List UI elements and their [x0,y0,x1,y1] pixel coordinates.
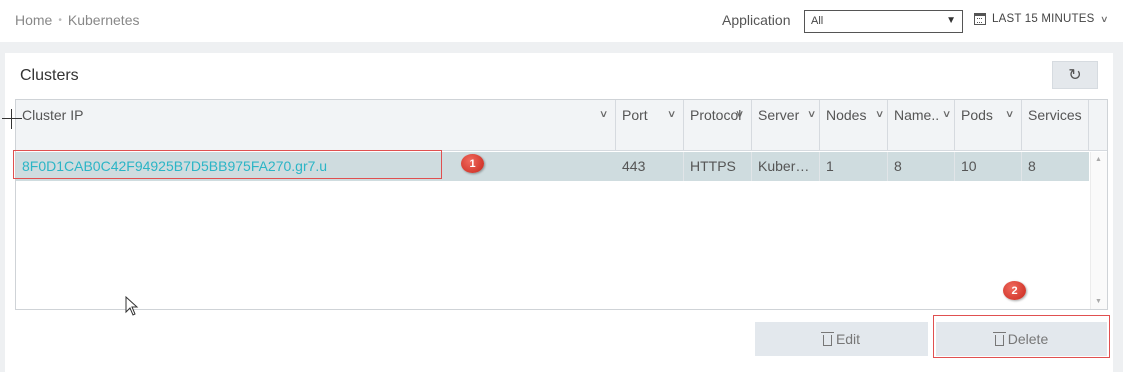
column-header-pods[interactable]: Pods ∨ [955,100,1022,151]
table-row[interactable]: 8F0D1CAB0C42F94925B7D5BB975FA270.gr7.u 4… [16,152,1089,181]
column-header-port[interactable]: Port ∨ [616,100,684,151]
top-bar: Home • Kubernetes Application All ▼ LAST… [0,0,1123,42]
port-cell: 443 [616,152,684,181]
sort-chevron-icon: ∨ [941,109,952,120]
application-label: Application [722,12,791,28]
scroll-down-icon[interactable]: ▼ [1095,298,1102,305]
services-cell: 8 [1028,158,1036,174]
refresh-icon: ↻ [1068,67,1082,84]
vertical-scrollbar[interactable]: ▲ ▼ [1090,152,1107,309]
crosshair-cursor-icon [2,109,22,129]
breadcrumb-current: Kubernetes [67,12,140,28]
sort-chevron-icon: ∨ [598,109,609,120]
annotation-badge-2: 2 [1003,281,1026,300]
sort-chevron-icon: ∨ [874,109,885,120]
protocol-cell: HTTPS [684,152,752,181]
nodes-cell: 1 [820,152,888,181]
delete-button[interactable]: Delete [936,322,1107,356]
edit-button[interactable]: Edit [755,322,928,356]
trash-icon [820,331,834,346]
column-header-services[interactable]: Services [1022,100,1089,151]
pods-cell: 10 [955,152,1022,181]
clusters-panel: Clusters ↻ Cluster IP ∨ Port ∨ Protocol ∨ S… [5,53,1113,372]
breadcrumb-home[interactable]: Home [15,12,52,28]
sort-chevron-icon: ∨ [1004,109,1015,120]
column-header-server[interactable]: Server ∨ [752,100,820,151]
time-range-label: LAST 15 MINUTES [992,13,1095,25]
trash-icon [992,331,1006,346]
scroll-up-icon[interactable]: ▲ [1095,156,1102,163]
sort-chevron-icon: ∨ [666,109,677,120]
edit-button-label: Edit [835,331,861,347]
column-header-nodes[interactable]: Nodes ∨ [820,100,888,151]
application-select[interactable]: All ▼ [804,10,963,33]
breadcrumb-separator: • [58,14,62,26]
clusters-table: Cluster IP ∨ Port ∨ Protocol ∨ Server ∨ Node… [15,99,1108,310]
annotation-badge-1: 1 [461,154,484,173]
table-header: Cluster IP ∨ Port ∨ Protocol ∨ Server ∨ Node… [16,100,1107,151]
sort-chevron-icon: ∨ [806,109,817,120]
breadcrumb: Home • Kubernetes [15,12,139,28]
delete-button-label: Delete [1007,331,1049,347]
cluster-ip-link[interactable]: 8F0D1CAB0C42F94925B7D5BB975FA270.gr7.u [16,152,616,181]
application-select-value: All [811,15,824,27]
calendar-icon [974,13,986,25]
namespaces-cell: 8 [888,152,955,181]
chevron-down-icon: ∨ [1099,13,1109,24]
column-header-protocol[interactable]: Protocol ∨ [684,100,752,151]
dropdown-caret-icon: ▼ [946,15,956,26]
column-header-cluster-ip[interactable]: Cluster IP ∨ [16,100,616,151]
time-range-picker[interactable]: LAST 15 MINUTES ∨ [974,13,1109,25]
server-cell: Kuber… [752,152,820,181]
sort-chevron-icon: ∨ [734,109,745,120]
panel-title: Clusters [20,67,79,84]
refresh-button[interactable]: ↻ [1052,61,1098,89]
mouse-pointer-icon [125,295,139,316]
column-header-namespaces[interactable]: Name.. ∨ [888,100,955,151]
